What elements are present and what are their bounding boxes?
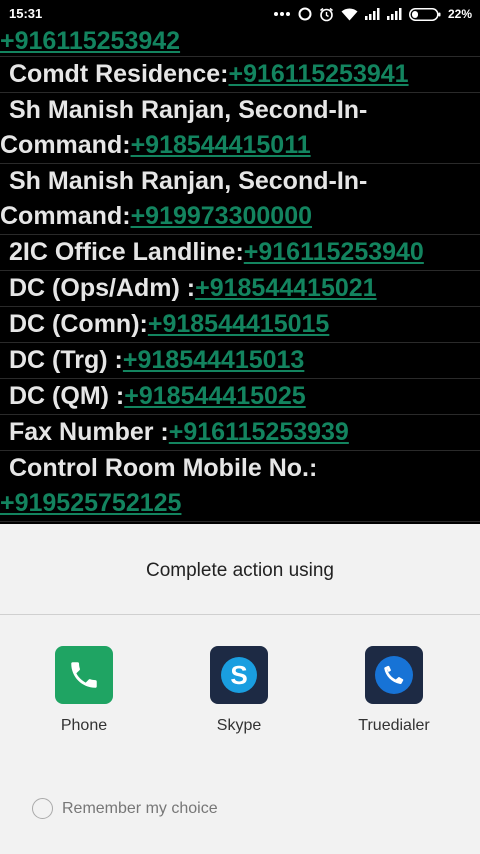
contact-label: Control Room Mobile No.: bbox=[9, 454, 318, 482]
list-item: DC (Comn):+918544415015 bbox=[0, 307, 480, 343]
list-item: DC (Trg) :+918544415013 bbox=[0, 343, 480, 379]
label-separator: : bbox=[179, 274, 196, 302]
label-separator: : bbox=[139, 310, 148, 338]
contact-label-continued: Command bbox=[0, 131, 123, 159]
label-separator: : bbox=[235, 238, 244, 266]
status-time: 15:31 bbox=[9, 6, 43, 21]
list-item: 2IC Office Landline:+916115253940 bbox=[0, 235, 480, 271]
app-label: Skype bbox=[216, 717, 262, 734]
contact-label: Sh Manish Ranjan, Second-In- bbox=[9, 167, 368, 195]
phone-link[interactable]: +916115253941 bbox=[229, 60, 409, 88]
chooser-title: Complete action using bbox=[146, 560, 334, 581]
alarm-clock-icon bbox=[319, 7, 334, 22]
contact-label: DC (Comn) bbox=[9, 310, 140, 338]
app-label: Phone bbox=[60, 717, 108, 734]
battery-icon bbox=[409, 7, 441, 21]
signal-icon bbox=[386, 8, 402, 20]
label-separator: : bbox=[220, 60, 229, 88]
contact-list: +916115253942 Comdt Residence:+916115253… bbox=[0, 28, 480, 524]
status-icons: 22% bbox=[273, 5, 472, 23]
list-item: Fax Number :+916115253939 bbox=[0, 415, 480, 451]
phone-link[interactable]: +916115253939 bbox=[169, 418, 349, 446]
wifi-icon bbox=[341, 8, 358, 21]
phone-link[interactable]: +918544415011 bbox=[131, 131, 311, 159]
list-item: DC (Ops/Adm) :+918544415021 bbox=[0, 271, 480, 307]
label-separator: : bbox=[107, 346, 123, 374]
list-item: Comdt Residence:+916115253941 bbox=[0, 57, 480, 93]
list-item: +916115253942 bbox=[0, 28, 480, 57]
label-separator: : bbox=[122, 202, 131, 230]
battery-percent: 22% bbox=[447, 7, 472, 21]
app-chooser-sheet: Complete action using Phone S Skype True… bbox=[0, 524, 480, 854]
phone-link[interactable]: +916115253942 bbox=[0, 28, 180, 55]
contact-label: DC (QM) bbox=[9, 382, 109, 410]
remember-choice-radio[interactable] bbox=[32, 798, 53, 819]
phone-link[interactable]: +918544415025 bbox=[124, 382, 305, 410]
app-option-skype[interactable]: S Skype bbox=[179, 646, 299, 735]
chooser-divider bbox=[0, 614, 480, 615]
contact-label: DC (Trg) bbox=[9, 346, 108, 374]
list-item: Sh Manish Ranjan, Second-In- Command:+91… bbox=[0, 93, 480, 164]
skype-icon: S bbox=[210, 646, 268, 704]
truedialer-icon bbox=[365, 646, 423, 704]
list-item: Sh Manish Ranjan, Second-In- Command:+91… bbox=[0, 164, 480, 235]
label-separator: : bbox=[122, 131, 131, 159]
contact-label: Sh Manish Ranjan, Second-In- bbox=[9, 96, 368, 124]
status-bar: 15:31 22% bbox=[0, 0, 480, 28]
remember-choice-label: Remember my choice bbox=[62, 799, 218, 817]
contact-label-continued: Command bbox=[0, 202, 123, 230]
label-separator: : bbox=[153, 418, 169, 446]
sync-circle-icon bbox=[298, 7, 312, 21]
phone-link[interactable]: +918544415015 bbox=[148, 310, 329, 338]
signal-icon bbox=[364, 8, 380, 20]
phone-link[interactable]: +919973300000 bbox=[131, 202, 312, 230]
contact-label: DC (Ops/Adm) bbox=[9, 274, 180, 302]
contact-label: 2IC Office Landline bbox=[9, 238, 236, 266]
more-dots-icon bbox=[273, 11, 291, 17]
contact-label: Fax Number bbox=[9, 418, 154, 446]
contact-label: Comdt Residence bbox=[9, 60, 221, 88]
phone-link[interactable]: +919525752125 bbox=[0, 489, 181, 517]
remember-choice[interactable]: Remember my choice bbox=[32, 798, 218, 819]
phone-handset-icon bbox=[55, 646, 113, 704]
label-separator: : bbox=[108, 382, 125, 410]
phone-link[interactable]: +918544415021 bbox=[195, 274, 376, 302]
phone-link[interactable]: +918544415013 bbox=[123, 346, 304, 374]
phone-link[interactable]: +916115253940 bbox=[244, 238, 424, 266]
list-item: Control Room Mobile No.: +919525752125 bbox=[0, 451, 480, 522]
svg-text:S: S bbox=[230, 660, 247, 690]
list-item: DC (QM) :+918544415025 bbox=[0, 379, 480, 415]
app-option-phone[interactable]: Phone bbox=[24, 646, 144, 735]
app-option-truedialer[interactable]: Truedialer bbox=[334, 646, 454, 735]
app-label: Truedialer bbox=[358, 717, 430, 734]
